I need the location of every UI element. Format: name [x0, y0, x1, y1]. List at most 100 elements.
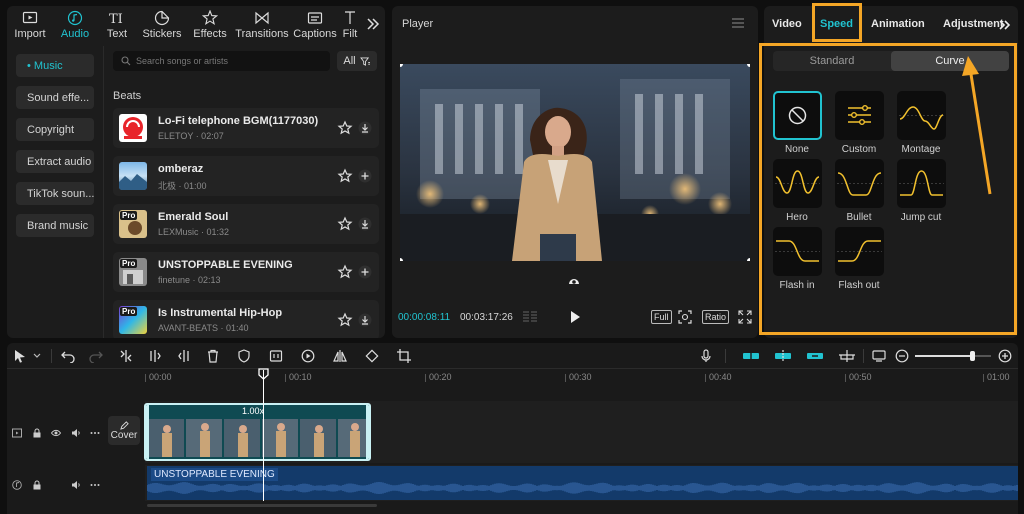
crop-handle[interactable]: [400, 258, 403, 261]
tab-transitions[interactable]: Transitions: [233, 6, 291, 46]
tab-text[interactable]: TI Text: [97, 6, 137, 46]
speaker-icon[interactable]: [71, 480, 81, 490]
track-item[interactable]: Pro UNSTOPPABLE EVENING finetune · 02:13: [113, 252, 379, 292]
cursor-icon[interactable]: [13, 349, 27, 363]
more-icon[interactable]: [90, 428, 100, 438]
chevron-down-icon[interactable]: [33, 349, 41, 363]
playhead-handle-icon[interactable]: [258, 368, 269, 380]
sidebar-item-tiktok-sounds[interactable]: TikTok soun...: [16, 182, 94, 205]
speed-icon[interactable]: [301, 349, 315, 363]
download-icon[interactable]: [357, 216, 373, 232]
ruler-tick: [145, 374, 146, 382]
track-title: Emerald Soul: [158, 211, 229, 223]
freeze-frame-icon[interactable]: [269, 349, 283, 363]
pro-badge: Pro: [120, 211, 138, 220]
waveform-icon[interactable]: [522, 310, 538, 324]
linkage-icon[interactable]: [806, 349, 824, 363]
tab-effects[interactable]: Effects: [187, 6, 233, 46]
crop-handle[interactable]: [747, 64, 750, 67]
track-meta: AVANT-BEATS · 01:40: [158, 323, 249, 333]
favorite-icon[interactable]: [337, 216, 353, 232]
clip-trim-handle[interactable]: [366, 405, 369, 459]
delete-icon[interactable]: [206, 349, 220, 363]
tab-animation[interactable]: Animation: [871, 18, 925, 30]
ratio-button[interactable]: Ratio: [702, 310, 730, 324]
track-item[interactable]: Pro Emerald Soul LEXMusic · 01:32: [113, 204, 379, 244]
split-left-icon[interactable]: [148, 349, 162, 363]
add-icon[interactable]: [357, 168, 373, 184]
screen-icon[interactable]: [872, 349, 886, 363]
sidebar-item-music[interactable]: • Music: [16, 54, 94, 77]
video-preview[interactable]: [400, 64, 750, 261]
shield-icon[interactable]: [237, 349, 251, 363]
tab-video[interactable]: Video: [772, 18, 802, 30]
chevrons-right-icon[interactable]: [365, 16, 381, 32]
sidebar-item-extract-audio[interactable]: Extract audio: [16, 150, 94, 173]
menu-icon[interactable]: [732, 18, 744, 28]
full-quality-button[interactable]: Full: [651, 310, 672, 324]
preview-axis-icon[interactable]: [838, 349, 856, 363]
favorite-icon[interactable]: [337, 120, 353, 136]
chevrons-right-icon[interactable]: [998, 19, 1012, 31]
more-icon[interactable]: [90, 480, 100, 490]
sidebar-item-brand-music[interactable]: Brand music: [16, 214, 94, 237]
rotate-icon[interactable]: [365, 349, 379, 363]
tab-audio[interactable]: Audio: [53, 6, 97, 46]
zoom-slider[interactable]: [915, 351, 991, 361]
undo-icon[interactable]: [61, 349, 75, 363]
video-clip[interactable]: 1.00x: [144, 403, 371, 461]
audio-clip[interactable]: UNSTOPPABLE EVENING: [147, 466, 1018, 500]
ruler-label: 01:00: [987, 372, 1010, 382]
play-icon[interactable]: [569, 310, 581, 324]
eye-icon[interactable]: [51, 428, 61, 438]
cover-button[interactable]: Cover: [108, 416, 140, 445]
track-item[interactable]: omberaz 北极 · 01:00: [113, 156, 379, 196]
lock-icon[interactable]: [32, 428, 42, 438]
audio-icon: [67, 10, 83, 26]
tab-captions[interactable]: Captions: [291, 6, 339, 46]
mirror-icon[interactable]: [333, 349, 347, 363]
crop-icon[interactable]: [397, 349, 411, 363]
main-track-magnet-icon[interactable]: [742, 349, 760, 363]
track-item[interactable]: Lo-Fi telephone BGM(1177030) ELETOY · 02…: [113, 108, 379, 148]
clip-trim-handle[interactable]: [146, 405, 149, 459]
tab-import[interactable]: Import: [7, 6, 53, 46]
zoom-fit-icon[interactable]: [678, 310, 692, 324]
rotate-icon[interactable]: [567, 274, 581, 286]
track-thumbnail: Pro: [119, 258, 147, 286]
filter-button[interactable]: All: [337, 51, 377, 71]
tab-stickers[interactable]: Stickers: [137, 6, 187, 46]
download-icon[interactable]: [357, 120, 373, 136]
microphone-icon[interactable]: [699, 349, 713, 363]
annotation-arrow-icon: [962, 56, 992, 195]
download-icon[interactable]: [357, 312, 373, 328]
redo-icon[interactable]: [89, 349, 103, 363]
track-item[interactable]: Pro Is Instrumental Hip-Hop AVANT-BEATS …: [113, 300, 379, 338]
search-input[interactable]: Search songs or artists: [113, 51, 330, 71]
zoom-in-icon[interactable]: [998, 349, 1012, 363]
timeline-scrollbar[interactable]: [147, 504, 377, 507]
tab-label: Transitions: [235, 28, 289, 40]
sidebar-item-copyright[interactable]: Copyright: [16, 118, 94, 141]
lock-icon[interactable]: [32, 480, 42, 490]
fullscreen-icon[interactable]: [738, 310, 752, 324]
auto-snap-icon[interactable]: [774, 349, 792, 363]
favorite-icon[interactable]: [337, 264, 353, 280]
favorite-icon[interactable]: [337, 168, 353, 184]
tab-filters[interactable]: Filt: [339, 6, 361, 46]
favorite-icon[interactable]: [337, 312, 353, 328]
split-icon[interactable]: [119, 349, 133, 363]
crop-handle[interactable]: [747, 258, 750, 261]
split-right-icon[interactable]: [177, 349, 191, 363]
pro-badge: Pro: [120, 307, 138, 316]
playhead[interactable]: [263, 370, 264, 501]
search-icon: [121, 56, 131, 66]
edit-icon: [119, 420, 129, 430]
track-meta: 北极 · 01:00: [158, 181, 207, 191]
zoom-out-icon[interactable]: [895, 349, 909, 363]
add-icon[interactable]: [357, 264, 373, 280]
speaker-icon[interactable]: [71, 428, 81, 438]
tab-adjustment[interactable]: Adjustment: [943, 18, 1004, 30]
sidebar-item-sound-effects[interactable]: Sound effe...: [16, 86, 94, 109]
track-title: Lo-Fi telephone BGM(1177030): [158, 115, 319, 127]
